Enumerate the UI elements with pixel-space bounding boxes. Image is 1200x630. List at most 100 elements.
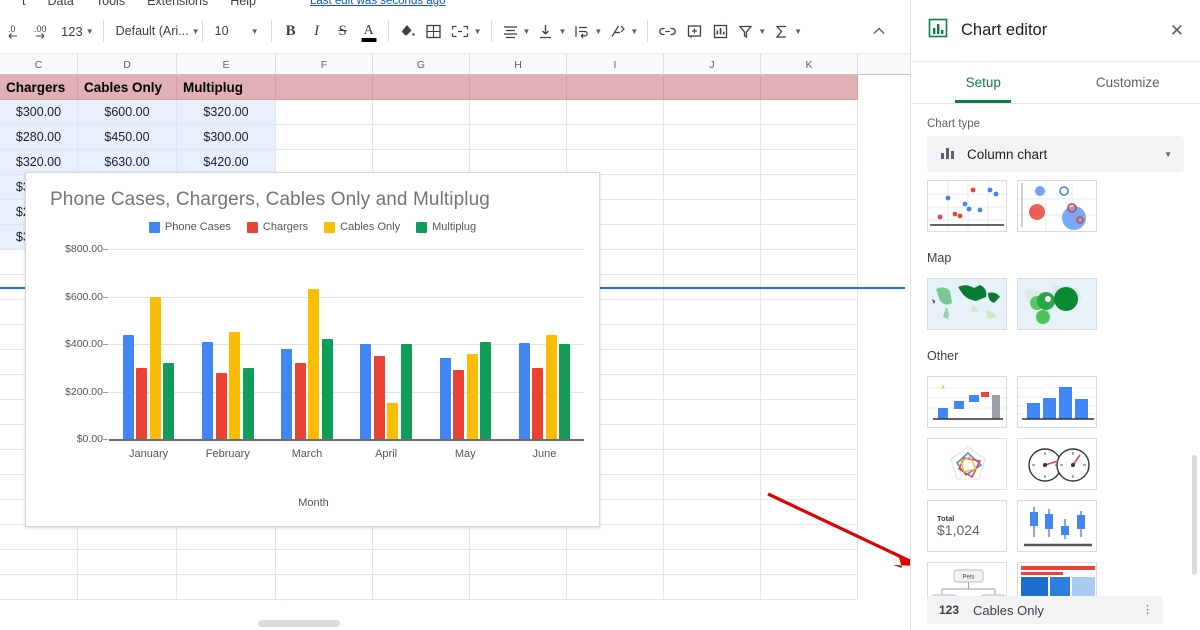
geo-bubble-chart-thumb[interactable]	[1017, 278, 1097, 330]
chart-bar[interactable]	[122, 334, 134, 439]
cell-j17[interactable]	[664, 475, 761, 500]
histogram-chart-thumb[interactable]	[1017, 376, 1097, 428]
chart-bar[interactable]	[281, 348, 293, 439]
cell-k6[interactable]	[761, 200, 858, 225]
cell-e1[interactable]: Multiplug	[177, 75, 276, 100]
geo-chart-thumb[interactable]	[927, 278, 1007, 330]
menu-item-data[interactable]: Data	[47, 0, 73, 8]
cell-f21[interactable]	[276, 575, 373, 600]
cell-j15[interactable]	[664, 425, 761, 450]
text-rotation-icon[interactable]: ▼	[605, 17, 641, 45]
cell-g19[interactable]	[373, 525, 470, 550]
tab-setup[interactable]: Setup	[911, 62, 1056, 103]
cell-h19[interactable]	[470, 525, 567, 550]
chart-object[interactable]: Phone Cases, Chargers, Cables Only and M…	[25, 172, 600, 527]
chart-bar[interactable]	[532, 367, 544, 439]
cell-g2[interactable]	[373, 100, 470, 125]
borders-icon[interactable]	[421, 17, 447, 45]
cell-d2[interactable]: $600.00	[78, 100, 177, 125]
chart-bar[interactable]	[215, 372, 227, 439]
cell-i21[interactable]	[567, 575, 664, 600]
chart-bar[interactable]	[229, 332, 240, 439]
tab-customize[interactable]: Customize	[1056, 62, 1200, 103]
cell-i20[interactable]	[567, 550, 664, 575]
table-row[interactable]	[0, 525, 910, 550]
cell-k4[interactable]	[761, 150, 858, 175]
cell-i1[interactable]	[567, 75, 664, 100]
increase-decimal-icon[interactable]: .00	[30, 17, 58, 45]
legend-item-chargers[interactable]: Chargers	[246, 221, 308, 233]
cell-k7[interactable]	[761, 225, 858, 250]
text-wrap-icon[interactable]: ▼	[569, 17, 605, 45]
table-row[interactable]: Chargers Cables Only Multiplug	[0, 75, 910, 100]
cell-f1[interactable]	[276, 75, 373, 100]
chart-bar[interactable]	[453, 370, 464, 439]
column-header-g[interactable]: G	[373, 54, 470, 75]
menu-item-edit[interactable]: t	[22, 0, 25, 8]
column-header-c[interactable]: C	[0, 54, 78, 75]
cell-d1[interactable]: Cables Only	[78, 75, 177, 100]
cell-j16[interactable]	[664, 450, 761, 475]
chart-bar[interactable]	[136, 367, 148, 439]
chart-bar[interactable]	[400, 344, 412, 439]
cell-f20[interactable]	[276, 550, 373, 575]
cell-j11[interactable]	[664, 325, 761, 350]
chart-bar[interactable]	[387, 403, 399, 439]
cell-j20[interactable]	[664, 550, 761, 575]
column-header-i[interactable]: I	[567, 54, 664, 75]
legend-item-phone-cases[interactable]: Phone Cases	[148, 221, 231, 233]
cell-f2[interactable]	[276, 100, 373, 125]
vertical-align-icon[interactable]: ▼	[533, 17, 569, 45]
chart-bar[interactable]	[202, 341, 213, 439]
sigma-icon[interactable]: ▼	[769, 17, 805, 45]
merge-cells-icon[interactable]: ▼	[447, 17, 485, 45]
cell-k14[interactable]	[761, 400, 858, 425]
column-header-e[interactable]: E	[177, 54, 276, 75]
cell-i19[interactable]	[567, 525, 664, 550]
chart-bar[interactable]	[163, 363, 175, 439]
chart-bar[interactable]	[518, 342, 530, 439]
cell-c21[interactable]	[0, 575, 78, 600]
cell-e19[interactable]	[177, 525, 276, 550]
cell-g1[interactable]	[373, 75, 470, 100]
cell-j1[interactable]	[664, 75, 761, 100]
series-chip-cables-only[interactable]: 123 Cables Only ⋮	[927, 596, 1163, 624]
chart-bar[interactable]	[149, 296, 161, 439]
cell-g20[interactable]	[373, 550, 470, 575]
table-row[interactable]: $300.00 $600.00 $320.00	[0, 100, 910, 125]
cell-j8[interactable]	[664, 250, 761, 275]
strikethrough-button[interactable]: S	[330, 17, 356, 45]
cell-j21[interactable]	[664, 575, 761, 600]
close-icon[interactable]: ✕	[1170, 22, 1184, 39]
cell-i2[interactable]	[567, 100, 664, 125]
chart-bar[interactable]	[373, 355, 385, 439]
column-header-k[interactable]: K	[761, 54, 858, 75]
horizontal-scrollbar-thumb[interactable]	[258, 620, 340, 627]
decrease-decimal-icon[interactable]: .0	[4, 17, 30, 45]
cell-k2[interactable]	[761, 100, 858, 125]
radar-chart-thumb[interactable]	[927, 438, 1007, 490]
cell-k8[interactable]	[761, 250, 858, 275]
text-color-button[interactable]: A	[356, 17, 382, 45]
cell-g21[interactable]	[373, 575, 470, 600]
cell-h2[interactable]	[470, 100, 567, 125]
cell-k3[interactable]	[761, 125, 858, 150]
legend-item-multiplug[interactable]: Multiplug	[416, 221, 476, 233]
legend-item-cables-only[interactable]: Cables Only	[324, 221, 400, 233]
kebab-menu-icon[interactable]: ⋮	[1142, 604, 1153, 615]
cell-j14[interactable]	[664, 400, 761, 425]
table-row[interactable]	[0, 575, 910, 600]
cell-k17[interactable]	[761, 475, 858, 500]
menu-item-tools[interactable]: Tools	[96, 0, 125, 8]
cell-j4[interactable]	[664, 150, 761, 175]
cell-h20[interactable]	[470, 550, 567, 575]
chart-bar[interactable]	[308, 289, 320, 439]
cell-d19[interactable]	[78, 525, 177, 550]
comment-icon[interactable]	[681, 17, 707, 45]
cell-c19[interactable]	[0, 525, 78, 550]
cell-k19[interactable]	[761, 525, 858, 550]
chart-icon[interactable]	[707, 17, 733, 45]
cell-f3[interactable]	[276, 125, 373, 150]
chart-bar[interactable]	[480, 341, 491, 439]
scatter-chart-thumb[interactable]	[927, 180, 1007, 232]
